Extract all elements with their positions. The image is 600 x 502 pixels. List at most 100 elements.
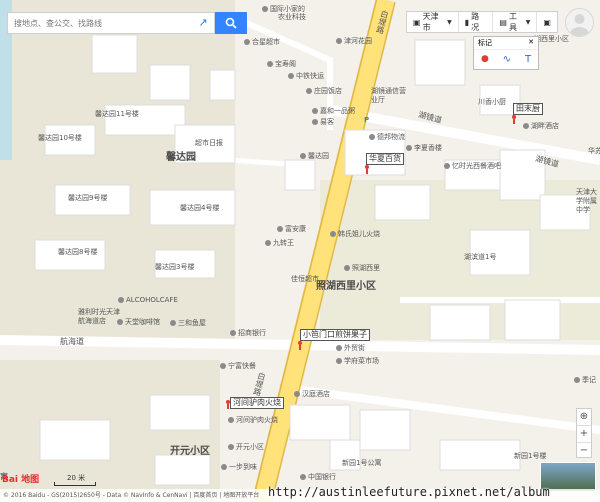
poi-label[interactable]: 中铁快运 bbox=[288, 72, 324, 81]
poi-label[interactable]: 易客 bbox=[312, 118, 334, 127]
poi-label: 湖镜通信营业厅 bbox=[371, 87, 406, 104]
poi-label[interactable]: 韩氏姐儿火烧 bbox=[330, 230, 380, 239]
poi-label[interactable]: 忆时光西餐酒吧 bbox=[444, 162, 501, 171]
scale-bar bbox=[54, 482, 96, 486]
poi-label[interactable]: 庄园饭店 bbox=[306, 87, 342, 96]
search-button[interactable] bbox=[215, 12, 247, 34]
map-pin-icon[interactable] bbox=[226, 400, 230, 409]
poi-label[interactable]: 中国银行 bbox=[300, 473, 336, 482]
line-tool-icon[interactable]: ∿ bbox=[503, 54, 511, 65]
poi-label[interactable]: ALCOHOLCAFE bbox=[118, 296, 178, 305]
poi-dot-icon bbox=[228, 444, 234, 450]
tools-button[interactable]: ▤ 工具 ▼ bbox=[493, 12, 538, 32]
baidu-logo: Bai 地图 bbox=[2, 475, 40, 485]
poi-dot-icon bbox=[300, 153, 306, 159]
mark-panel: 标记 ✕ ● ∿ T bbox=[473, 36, 539, 70]
road-label-hanghai: 航海道 bbox=[60, 337, 84, 346]
poi-label: 天津大学附属中学 bbox=[576, 188, 597, 214]
poi-label: 超市日报 bbox=[195, 139, 223, 147]
watermark: http://austinleefuture.pixnet.net/album bbox=[268, 485, 550, 499]
poi-dot-icon bbox=[221, 464, 227, 470]
poi-label: 农业科技 bbox=[278, 13, 306, 21]
poi-label[interactable]: 德邦物流 bbox=[369, 133, 405, 142]
poi-label: 湖滨道1号 bbox=[464, 253, 497, 261]
poi-label: 佳恒超市 bbox=[291, 275, 319, 283]
poi-dot-icon bbox=[267, 61, 273, 67]
poi-dot-icon bbox=[277, 226, 283, 232]
poi-label[interactable]: 津河花园 bbox=[336, 37, 372, 46]
poi-dot-icon bbox=[312, 108, 318, 114]
building-label: 馨达园11号楼 bbox=[95, 110, 139, 118]
marker-tag[interactable]: 小笆门口煎饼果子 bbox=[300, 329, 370, 341]
map-canvas[interactable]: 航海道 湖镜道 湖镜道 白堤路 白堤路 馨达园 照湖西里小区 开元小区 馨达园1… bbox=[0, 0, 600, 502]
district-zhaohu[interactable]: 照湖西里小区 bbox=[316, 281, 376, 293]
text-tool-icon[interactable]: T bbox=[525, 54, 531, 65]
mark-panel-title: 标记 bbox=[478, 39, 492, 47]
poi-label[interactable]: 照湖西里 bbox=[344, 264, 380, 273]
district-kaiyuan[interactable]: 开元小区 bbox=[170, 446, 210, 458]
point-marker-icon[interactable]: ● bbox=[481, 54, 489, 64]
poi-label[interactable]: 馨达园 bbox=[300, 152, 329, 161]
locate-icon[interactable]: ⊕ bbox=[577, 409, 591, 425]
marker-tag[interactable]: 华夏百货 bbox=[366, 153, 404, 165]
poi-dot-icon bbox=[336, 38, 342, 44]
avatar[interactable] bbox=[565, 8, 594, 37]
poi-label[interactable]: 一步到味 bbox=[221, 463, 257, 472]
poi-dot-icon bbox=[294, 391, 300, 397]
poi-label[interactable]: 学府菜市场 bbox=[336, 357, 379, 366]
map-toolbar: ▣ 天津市 ▼ ▮ 路况 ▤ 工具 ▼ ▣ bbox=[406, 11, 558, 33]
marker-tag[interactable]: 河间驴肉火烧 bbox=[230, 397, 284, 409]
poi-label[interactable]: 外贸街 bbox=[336, 344, 365, 353]
poi-label[interactable]: 李夏香楼 bbox=[406, 144, 442, 153]
poi-dot-icon bbox=[118, 297, 124, 303]
map-pin-icon[interactable] bbox=[365, 165, 369, 174]
poi-label[interactable]: 合星超市 bbox=[244, 38, 280, 47]
poi-label[interactable]: 招商银行 bbox=[230, 329, 266, 338]
poi-dot-icon bbox=[312, 119, 318, 125]
poi-label[interactable]: 宁富快餐 bbox=[220, 362, 256, 371]
poi-label[interactable]: 季记 bbox=[574, 376, 596, 385]
tools-label: 工具 bbox=[508, 12, 517, 32]
message-button[interactable]: ▣ bbox=[537, 12, 557, 32]
district-xinda[interactable]: 馨达园 bbox=[166, 152, 196, 164]
poi-label[interactable]: 九转王 bbox=[265, 239, 294, 248]
close-icon[interactable]: ✕ bbox=[528, 38, 534, 48]
poi-dot-icon bbox=[574, 377, 580, 383]
city-selector[interactable]: ▣ 天津市 ▼ bbox=[407, 12, 459, 32]
zoom-out-button[interactable]: − bbox=[577, 442, 591, 459]
poi-label[interactable]: 开元小区 bbox=[228, 443, 264, 452]
poi-label[interactable]: 富安康 bbox=[277, 225, 306, 234]
poi-label[interactable]: 天堂咖啡馆 bbox=[117, 318, 160, 327]
chevron-down-icon: ▼ bbox=[525, 18, 531, 26]
zoom-control: ⊕ + − bbox=[576, 408, 592, 458]
poi-dot-icon bbox=[265, 240, 271, 246]
building-label: 新园1号楼 bbox=[514, 452, 547, 460]
building-label: 馨达园3号楼 bbox=[155, 263, 195, 271]
poi-dot-icon bbox=[523, 123, 529, 129]
toolbox-icon: ▤ bbox=[499, 17, 507, 27]
zoom-in-button[interactable]: + bbox=[577, 425, 591, 442]
city-label: 天津市 bbox=[422, 12, 439, 32]
building-label: 新园1号公寓 bbox=[342, 459, 382, 467]
marker-tag[interactable]: 田末厨 bbox=[513, 103, 543, 115]
poi-dot-icon bbox=[230, 330, 236, 336]
poi-label[interactable]: 湖畔酒店 bbox=[523, 122, 559, 131]
route-icon[interactable]: ↗ bbox=[196, 16, 210, 30]
poi-label: 湖西里小区 bbox=[534, 35, 569, 43]
map-pin-icon[interactable] bbox=[512, 115, 516, 124]
poi-label[interactable]: 汉庭酒店 bbox=[294, 390, 330, 399]
search-input[interactable] bbox=[8, 17, 186, 29]
poi-dot-icon bbox=[336, 345, 342, 351]
traffic-button[interactable]: ▮ 路况 bbox=[459, 12, 494, 32]
poi-label[interactable]: 河间驴肉火烧 bbox=[228, 416, 278, 425]
poi-label[interactable]: 嘉和一品粥 bbox=[312, 107, 355, 116]
poi-dot-icon bbox=[406, 145, 412, 151]
poi-dot-icon bbox=[228, 417, 234, 423]
traffic-label: 路况 bbox=[471, 12, 480, 32]
poi-label[interactable]: 宝寿阁 bbox=[267, 60, 296, 69]
bus-station-icon[interactable]: P bbox=[364, 116, 369, 125]
map-pin-icon[interactable] bbox=[298, 341, 302, 350]
search-icon bbox=[225, 17, 237, 29]
poi-label[interactable]: 三和鱼屋 bbox=[170, 319, 206, 328]
poi-label: 华苏 bbox=[588, 147, 600, 155]
